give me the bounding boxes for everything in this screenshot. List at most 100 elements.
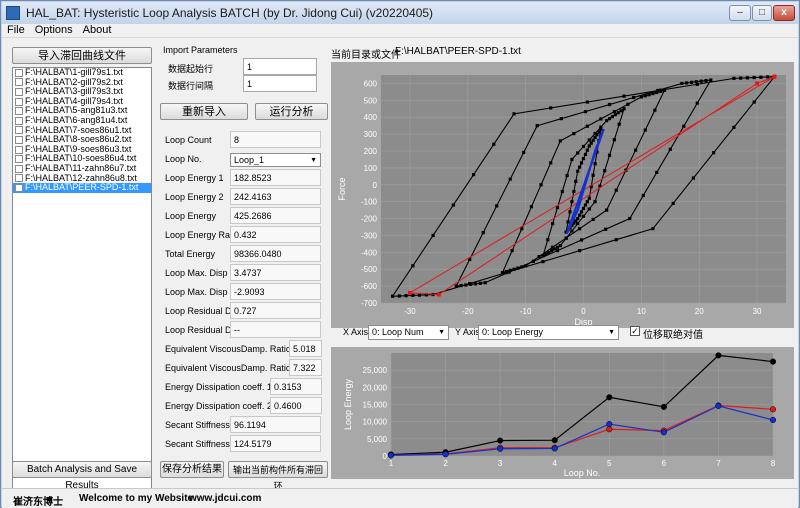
file-checkbox[interactable] <box>15 68 23 77</box>
data-point <box>565 173 569 178</box>
data-point <box>578 249 582 253</box>
result-value: 0.4600 <box>270 397 322 414</box>
data-point <box>622 107 626 111</box>
start-row-input[interactable]: 1 <box>243 58 317 75</box>
data-point <box>581 157 586 161</box>
data-point <box>591 217 595 221</box>
y-axis-label: Y Axis <box>455 327 480 337</box>
data-point <box>411 264 415 268</box>
row-interval-input[interactable]: 1 <box>243 75 317 92</box>
close-button[interactable]: x <box>773 5 795 21</box>
data-point <box>613 113 617 117</box>
y-axis-title: Force <box>337 177 347 200</box>
data-point <box>616 111 620 115</box>
result-label: Loop Count <box>165 135 212 145</box>
data-point <box>574 179 578 183</box>
data-point <box>671 201 675 205</box>
data-point <box>568 210 572 214</box>
file-list[interactable]: F:\HALBAT\1-gill79s1.txt F:\HALBAT\2-gill… <box>12 67 152 489</box>
file-checkbox[interactable] <box>15 155 23 164</box>
data-point <box>633 148 638 152</box>
data-point <box>495 204 499 208</box>
data-point <box>558 139 562 143</box>
file-checkbox[interactable] <box>15 107 23 116</box>
file-checkbox[interactable] <box>15 174 23 183</box>
run-analysis-button[interactable]: 运行分析 <box>255 103 328 120</box>
data-point <box>549 106 553 110</box>
file-checkbox[interactable] <box>15 87 23 96</box>
data-point <box>578 165 582 169</box>
data-point <box>522 150 526 155</box>
title-bar: HAL_BAT: Hysteristic Loop Analysis BATCH… <box>2 2 798 24</box>
save-results-button[interactable]: 保存分析结果 <box>160 461 224 478</box>
y-axis-select[interactable]: 0: Loop Energy ▼ <box>478 325 619 340</box>
file-checkbox[interactable] <box>15 164 23 173</box>
import-files-button[interactable]: 导入滞回曲线文件 <box>12 47 152 64</box>
data-point <box>617 122 621 126</box>
data-point <box>604 227 608 231</box>
envelope-point <box>407 290 412 295</box>
data-point <box>622 94 626 98</box>
export-loops-button[interactable]: 输出当前构件所有滞回环 <box>228 461 328 491</box>
y-tick-label: -700 <box>361 299 378 308</box>
result-label: Secant Stiffness 2 <box>165 439 238 449</box>
data-point <box>641 193 645 198</box>
menu-options[interactable]: Options <box>30 24 78 37</box>
file-checkbox[interactable] <box>15 126 23 135</box>
data-point <box>643 128 647 132</box>
data-point <box>699 79 703 83</box>
data-point <box>587 207 591 211</box>
data-point <box>550 249 554 253</box>
data-point <box>508 177 512 181</box>
file-checkbox[interactable] <box>15 135 23 144</box>
file-checkbox[interactable] <box>15 97 23 106</box>
file-checkbox[interactable] <box>15 116 23 125</box>
data-point <box>535 124 539 128</box>
y-tick-label: 15,000 <box>363 401 388 410</box>
energy-point <box>606 421 613 428</box>
data-point <box>628 216 632 221</box>
data-point <box>607 153 612 157</box>
loop-no-select[interactable]: Loop_1 ▼ <box>230 153 321 167</box>
result-label: Secant Stiffness 1 <box>165 420 238 430</box>
window-title: HAL_BAT: Hysteristic Loop Analysis BATCH… <box>26 6 434 20</box>
y-tick-label: -500 <box>361 265 378 274</box>
minimize-button[interactable]: – <box>729 5 751 21</box>
menu-about[interactable]: About <box>78 24 117 37</box>
chevron-down-icon: ▼ <box>608 329 615 336</box>
data-point <box>468 281 472 286</box>
y-tick-label: 5,000 <box>367 435 388 444</box>
file-checkbox[interactable] <box>15 78 23 87</box>
data-point <box>685 81 689 85</box>
maximize-button[interactable]: □ <box>752 5 772 21</box>
data-point <box>766 75 770 79</box>
data-point <box>559 117 563 121</box>
file-list-item[interactable]: F:\HALBAT\PEER-SPD-1.txt <box>13 183 151 193</box>
chevron-down-icon: ▼ <box>438 329 445 336</box>
batch-analysis-button[interactable]: Batch Analysis and Save Results <box>12 461 152 491</box>
data-point <box>576 169 580 173</box>
data-point <box>576 151 580 155</box>
data-point <box>583 109 588 114</box>
data-point <box>471 173 476 177</box>
menu-file[interactable]: File <box>2 24 30 37</box>
menu-bar: File Options About <box>2 24 798 38</box>
data-point <box>651 227 655 231</box>
abs-disp-checkbox[interactable]: ✓ <box>630 326 640 336</box>
energy-point <box>715 402 722 409</box>
y-tick-label: 400 <box>364 113 378 122</box>
file-checkbox[interactable] <box>15 183 23 192</box>
result-value: 98366.0480 <box>230 245 321 262</box>
x-tick-label: 20 <box>695 307 704 316</box>
x-axis-select[interactable]: 0: Loop Num ▼ <box>368 325 449 340</box>
file-checkbox[interactable] <box>15 145 23 154</box>
data-point <box>589 141 593 145</box>
data-point <box>510 249 514 253</box>
x-tick-label: 0 <box>581 307 586 316</box>
data-point <box>587 138 591 142</box>
data-point <box>576 222 580 226</box>
reimport-button[interactable]: 重新导入 <box>160 103 248 120</box>
data-point <box>555 249 560 253</box>
envelope-point <box>436 292 441 297</box>
data-point <box>585 200 589 204</box>
